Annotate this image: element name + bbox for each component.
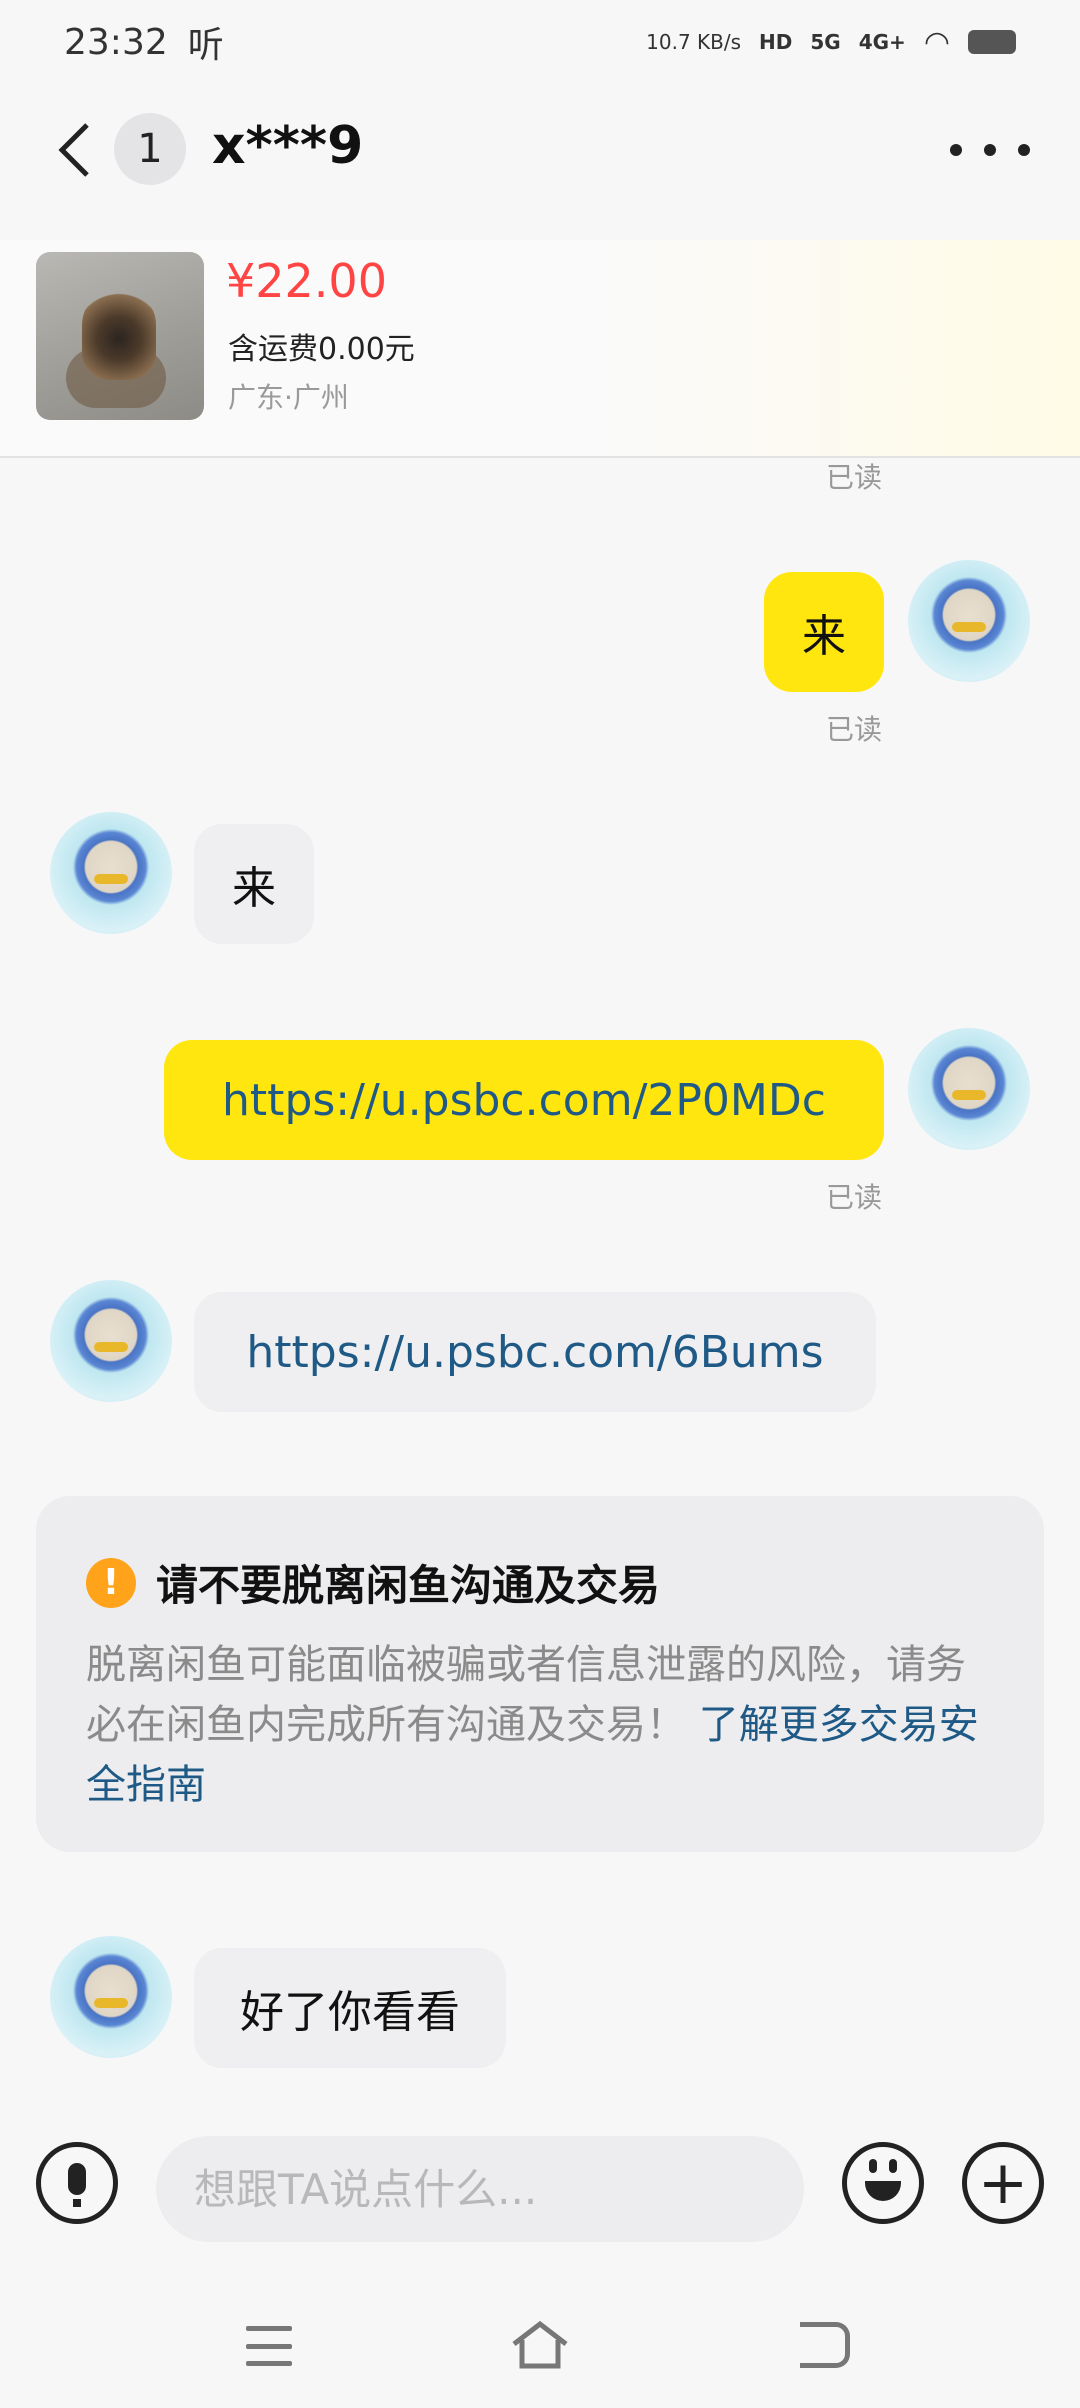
more-actions-button[interactable]: + (962, 2142, 1044, 2224)
signal-5g-icon: 5G (810, 30, 841, 54)
read-status: 已读 (826, 713, 883, 746)
contact-avatar[interactable] (50, 1936, 172, 2058)
product-shipping: 含运费0.00元 (228, 332, 415, 367)
network-speed: 10.7 KB/s (646, 30, 742, 54)
battery-icon (968, 30, 1016, 54)
plus-icon: + (977, 2148, 1029, 2218)
more-options-button[interactable] (950, 130, 1030, 170)
product-card[interactable]: ¥22.00 含运费0.00元 广东·广州 (0, 240, 1080, 458)
message-link-mine[interactable]: https://u.psbc.com/2P0MDc (164, 1040, 884, 1160)
my-avatar[interactable] (908, 560, 1030, 682)
warning-title: 请不要脱离闲鱼沟通及交易 (156, 1561, 661, 1610)
warning-body: 脱离闲鱼可能面临被骗或者信息泄露的风险，请务必在闲鱼内完成所有沟通及交易！ 了解… (86, 1635, 994, 1815)
recent-apps-button[interactable] (246, 2326, 292, 2366)
message-link-theirs[interactable]: https://u.psbc.com/6Bums (194, 1292, 876, 1412)
system-back-button[interactable] (800, 2322, 850, 2368)
read-status: 已读 (826, 1181, 883, 1214)
status-bar: 23:32 听 10.7 KB/s HD 5G 4G+ ◠ (0, 0, 1080, 84)
message-bubble-theirs[interactable]: 好了你看看 (194, 1948, 506, 2068)
voice-button[interactable] (36, 2142, 118, 2224)
product-location: 广东·广州 (228, 381, 349, 414)
chat-title: x***9 (212, 116, 364, 176)
warning-icon: ! (86, 1557, 136, 1608)
dot-icon (984, 144, 996, 156)
message-bubble-mine[interactable]: 来 (764, 572, 884, 692)
safety-warning-card: ! 请不要脱离闲鱼沟通及交易 脱离闲鱼可能面临被骗或者信息泄露的风险，请务必在闲… (36, 1496, 1044, 1852)
chevron-left-icon (58, 123, 89, 177)
music-app-icon: 听 (187, 25, 224, 66)
unread-count-badge[interactable]: 1 (114, 113, 186, 185)
system-nav-bar (0, 2300, 1080, 2400)
wifi-icon: ◠ (923, 24, 950, 60)
smiley-icon (865, 2159, 901, 2201)
home-button[interactable] (510, 2320, 570, 2370)
product-image[interactable] (36, 252, 204, 420)
message-input-bar: + (0, 2120, 1080, 2260)
contact-avatar[interactable] (50, 812, 172, 934)
message-input[interactable] (156, 2136, 804, 2242)
back-button[interactable] (44, 118, 104, 182)
signal-4g-icon: 4G+ (858, 30, 906, 54)
dot-icon (950, 144, 962, 156)
message-bubble-theirs[interactable]: 来 (194, 824, 314, 944)
microphone-icon (68, 2163, 86, 2207)
dot-icon (1018, 144, 1030, 156)
emoji-button[interactable] (842, 2142, 924, 2224)
my-avatar[interactable] (908, 1028, 1030, 1150)
chat-header: 1 x***9 (0, 100, 1080, 200)
product-price: ¥22.00 (226, 254, 387, 308)
contact-avatar[interactable] (50, 1280, 172, 1402)
read-status: 已读 (826, 461, 883, 494)
chat-screen: 23:32 听 10.7 KB/s HD 5G 4G+ ◠ 1 x***9 ¥2… (0, 0, 1080, 2408)
hd-icon: HD (759, 30, 793, 54)
status-time: 23:32 (64, 21, 168, 63)
